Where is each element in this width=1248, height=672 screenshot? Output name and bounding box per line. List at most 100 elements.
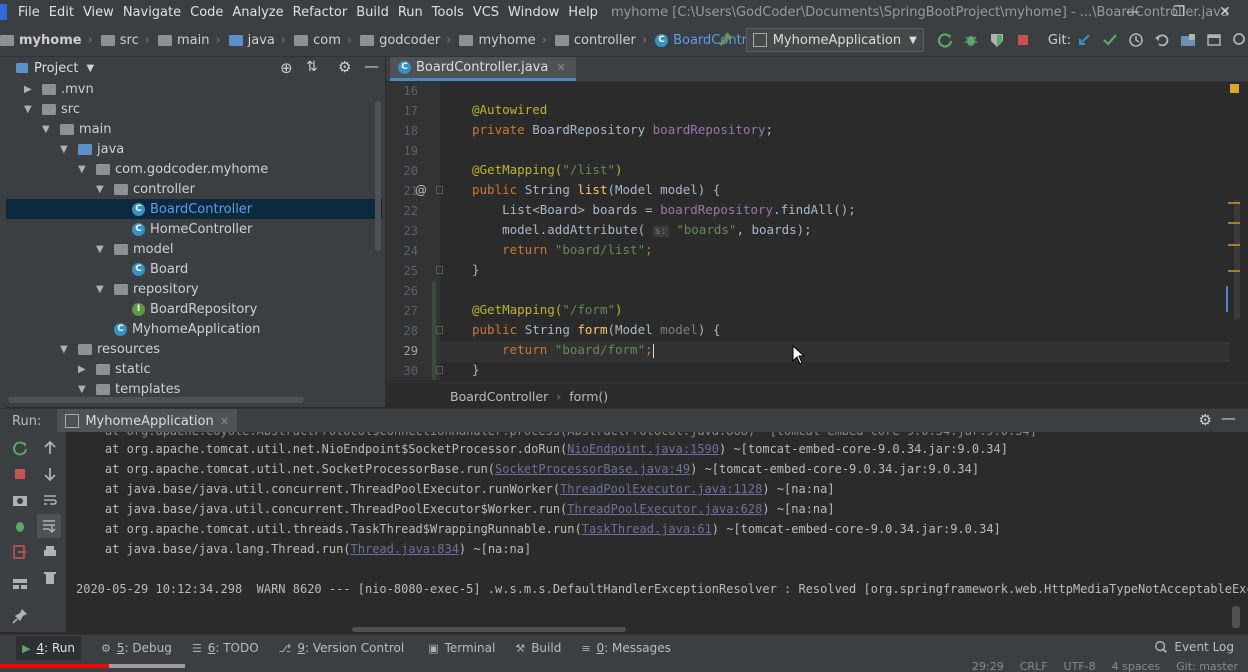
gear-icon[interactable]: ⚙ (1199, 411, 1212, 429)
console-vertical-scrollbar[interactable] (1232, 606, 1240, 628)
toolwindow-debug[interactable]: ⚙ 5: Debug (101, 641, 172, 655)
close-tab-icon[interactable]: ✕ (556, 61, 565, 74)
nav-crumb-src[interactable]: src › (100, 33, 150, 48)
tree-item-board[interactable]: C Board (0, 259, 376, 279)
trash-icon[interactable] (42, 570, 58, 586)
tree-item-resources[interactable]: ▼ resources (0, 339, 376, 359)
tree-item-boardcontroller[interactable]: C BoardController (6, 199, 382, 219)
toolwindow-messages[interactable]: ≡ 0: Messages (581, 641, 671, 655)
nav-crumb-controller[interactable]: controller › (554, 33, 647, 48)
chevron-down-icon[interactable]: ▼ (96, 184, 108, 195)
layout-icon[interactable] (12, 576, 28, 592)
stop-icon[interactable] (1015, 32, 1031, 48)
hide-panel-icon[interactable]: — (1221, 409, 1236, 427)
close-tab-icon[interactable]: ✕ (220, 415, 229, 428)
menu-help[interactable]: Help (568, 5, 605, 20)
scroll-to-end-toggle[interactable] (37, 514, 61, 538)
breadcrumb-method[interactable]: form() (569, 389, 608, 404)
stacktrace-link[interactable]: TaskThread.java:61 (582, 522, 712, 536)
nav-crumb-myhome[interactable]: myhome › (0, 33, 93, 48)
tree-item-static[interactable]: ▶ static (0, 359, 376, 379)
chevron-right-icon[interactable]: ▶ (78, 364, 90, 375)
chevron-down-icon[interactable]: ▼ (96, 244, 108, 255)
video-progress-bar[interactable] (0, 664, 109, 668)
menu-refactor[interactable]: Refactor (293, 5, 355, 20)
print-icon[interactable] (42, 544, 58, 560)
project-structure-icon[interactable] (1180, 32, 1196, 48)
project-panel-title[interactable]: Project (34, 61, 78, 76)
nav-crumb-myhome[interactable]: myhome › (459, 33, 547, 48)
minimize-icon[interactable]: — (1110, 4, 1156, 20)
chevron-down-icon[interactable]: ▼ (60, 144, 72, 155)
tree-vertical-scrollbar[interactable] (375, 101, 381, 251)
tree-item-templates[interactable]: ▼ templates (0, 379, 376, 399)
menu-edit[interactable]: Edit (49, 5, 81, 20)
tree-horizontal-scrollbar[interactable] (8, 397, 304, 403)
stop-icon[interactable] (12, 466, 28, 482)
debug-icon[interactable] (963, 32, 979, 48)
run-console[interactable]: at org.apache.coyote.AbstractProtocol$Co… (66, 432, 1248, 632)
history-icon[interactable] (1128, 32, 1144, 48)
menu-code[interactable]: Code (190, 5, 230, 20)
run-configuration-select[interactable]: MyhomeApplication ▼ (745, 28, 924, 52)
stacktrace-link[interactable]: NioEndpoint.java:1590 (567, 442, 719, 456)
tree-item-homecontroller[interactable]: C HomeController (0, 219, 376, 239)
chevron-down-icon[interactable]: ▼ (24, 104, 36, 115)
gear-icon[interactable]: ⚙ (338, 58, 351, 76)
stacktrace-link[interactable]: ThreadPoolExecutor.java:628 (567, 502, 762, 516)
nav-crumb-godcoder[interactable]: godcoder › (360, 33, 451, 48)
chevron-down-icon[interactable]: ▼ (78, 164, 90, 175)
breadcrumb-class[interactable]: BoardController (450, 389, 548, 404)
rerun-icon[interactable] (12, 440, 28, 456)
tree-item-src[interactable]: ▼ src (0, 99, 376, 119)
chevron-down-icon[interactable]: ▼ (96, 284, 108, 295)
stacktrace-link[interactable]: Thread.java:834 (351, 542, 459, 556)
git-branch[interactable]: Git: master (1176, 660, 1238, 672)
chevron-down-icon[interactable]: ▼ (78, 384, 90, 395)
toolwindow-build[interactable]: ⚒ Build (515, 641, 561, 655)
search-everywhere-icon[interactable] (1232, 32, 1248, 48)
indent-setting[interactable]: 4 spaces (1112, 660, 1161, 672)
menu-vcs[interactable]: VCS (473, 5, 506, 20)
menu-navigate[interactable]: Navigate (123, 5, 188, 20)
tree-item-model[interactable]: ▼ model (0, 239, 376, 259)
toolwindow-terminal[interactable]: ▣ Terminal (428, 641, 495, 655)
tree-item-controller[interactable]: ▼ controller (0, 179, 376, 199)
code-editor[interactable]: @Autowired private BoardRepository board… (440, 82, 1230, 380)
console-horizontal-scrollbar[interactable] (352, 627, 626, 632)
override-marker-icon[interactable]: @ (415, 183, 427, 197)
menu-run[interactable]: Run (398, 5, 430, 20)
file-encoding[interactable]: UTF-8 (1064, 660, 1096, 672)
stacktrace-link[interactable]: ThreadPoolExecutor.java:1128 (560, 482, 762, 496)
hide-panel-icon[interactable]: — (364, 57, 379, 75)
pin-icon[interactable] (12, 608, 28, 624)
menu-view[interactable]: View (83, 5, 121, 20)
caret-position[interactable]: 29:29 (972, 660, 1004, 672)
tree-item-boardrepository[interactable]: I BoardRepository (0, 299, 376, 319)
toolwindow-todo[interactable]: ☰ 6: TODO (192, 641, 259, 655)
menu-build[interactable]: Build (356, 5, 396, 20)
event-log-button[interactable]: Event Log (1154, 640, 1234, 654)
git-commit-icon[interactable] (1102, 32, 1118, 48)
soft-wrap-icon[interactable] (42, 492, 58, 508)
tree-item-main[interactable]: ▼ main (0, 119, 376, 139)
toolwindow-versioncontrol[interactable]: ⎇ 9: Version Control (279, 641, 405, 655)
rollback-icon[interactable] (1154, 32, 1170, 48)
line-separator[interactable]: CRLF (1020, 660, 1048, 672)
chevron-right-icon[interactable]: ▶ (24, 84, 36, 95)
menu-tools[interactable]: Tools (432, 5, 471, 20)
arrow-down-icon[interactable] (42, 466, 58, 482)
coverage-icon[interactable] (989, 32, 1005, 48)
run-tab-myhomeapplication[interactable]: MyhomeApplication ✕ (57, 409, 237, 433)
tree-item-myhomeapplication[interactable]: C MyhomeApplication (0, 319, 376, 339)
restore-icon[interactable]: ❐ (1156, 4, 1202, 20)
tree-item-repository[interactable]: ▼ repository (0, 279, 376, 299)
inspection-status-icon[interactable] (1230, 84, 1239, 93)
debug-icon[interactable] (12, 518, 28, 534)
chevron-down-icon[interactable]: ▼ (60, 344, 72, 355)
locate-file-icon[interactable]: ⊕ (280, 59, 293, 77)
nav-crumb-java[interactable]: java › (228, 33, 286, 48)
menu-window[interactable]: Window (508, 5, 566, 20)
toolwindow-run[interactable]: ▶ 4: Run (16, 636, 81, 660)
chevron-down-icon[interactable]: ▼ (86, 63, 94, 74)
